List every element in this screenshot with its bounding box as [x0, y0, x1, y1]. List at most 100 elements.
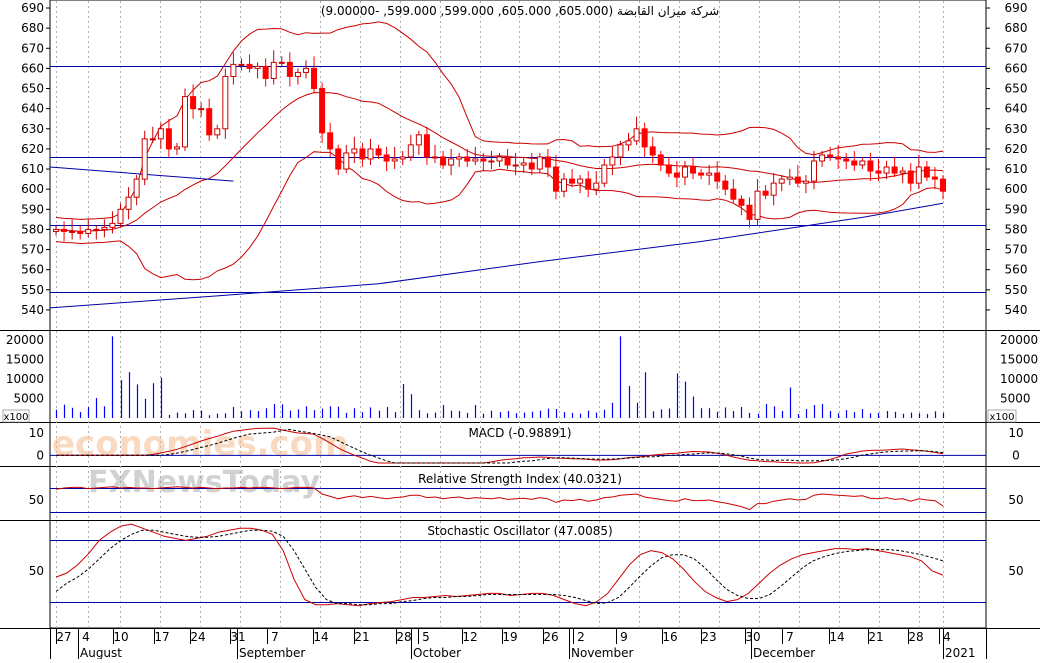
candle: [423, 126, 430, 166]
candle-body: [238, 63, 245, 66]
candle: [536, 152, 543, 174]
price-tick-label: 620: [1005, 142, 1028, 156]
candle: [415, 130, 422, 155]
candle-body: [827, 154, 834, 158]
candle-body: [706, 172, 713, 176]
candle-body: [899, 170, 906, 174]
price-tick-label: 570: [1005, 243, 1028, 257]
volume-tick-label: 15000: [1000, 352, 1038, 366]
volume-tick-label: 20000: [1000, 333, 1038, 347]
candle: [907, 163, 914, 192]
candle: [657, 150, 664, 172]
macd-tick-label: 0: [1012, 448, 1020, 462]
candle-body: [940, 178, 946, 192]
candle-body: [85, 228, 92, 234]
candle: [319, 82, 326, 143]
candle-body: [923, 166, 930, 178]
price-tick-label: 690: [21, 1, 44, 15]
candle-body: [141, 138, 148, 180]
month-label: September: [239, 646, 305, 659]
candle: [343, 144, 350, 174]
date-tick-label: 5: [422, 630, 430, 644]
candle: [141, 130, 148, 186]
date-tick-label: 16: [662, 630, 677, 644]
candle-body: [778, 178, 785, 184]
candle: [851, 150, 858, 172]
candle-body: [843, 158, 850, 162]
candle-body: [480, 158, 487, 162]
price-panel: 540 550 560 570 580 590 600 610 620 630 640 650 660 6…: [21, 1, 1027, 317]
candle-body: [190, 96, 197, 110]
candle-body: [504, 156, 511, 166]
stochastic-tick-label: 50: [1008, 564, 1023, 578]
candle-body: [456, 156, 463, 160]
candle-body: [101, 226, 108, 230]
candle: [544, 148, 551, 178]
month-label: October: [413, 646, 461, 659]
macd-tick-label: 0: [36, 448, 44, 462]
volume-bars: [55, 336, 945, 418]
candle-body: [472, 158, 479, 162]
rsi-tick-label: 50: [29, 493, 44, 507]
candle-body: [875, 170, 882, 174]
candle-body: [730, 188, 737, 200]
candle-body: [552, 166, 559, 192]
candle-body: [214, 128, 221, 136]
candle: [246, 54, 253, 73]
candle-body: [528, 162, 535, 170]
candle-body: [230, 63, 237, 77]
candle-body: [246, 63, 253, 69]
date-tick-label: 27: [56, 630, 71, 644]
candle: [407, 134, 414, 161]
candle-body: [93, 228, 100, 231]
candle-body: [423, 134, 430, 158]
month-label: December: [753, 646, 815, 659]
date-tick-label: 28: [396, 630, 411, 644]
stochastic-axis: 50 50: [29, 564, 1024, 578]
candle-body: [431, 156, 438, 159]
candle: [238, 58, 245, 71]
candle: [899, 167, 906, 184]
bollinger-upper-line: [55, 21, 944, 220]
date-axis: 2741017243171421285121926291623307142128…: [50, 628, 987, 660]
candle: [698, 169, 705, 180]
candle-body: [149, 138, 156, 141]
candle-body: [165, 128, 172, 150]
candle: [520, 156, 527, 174]
candle-body: [891, 166, 898, 174]
candle-body: [270, 61, 277, 79]
candle-body: [117, 208, 124, 224]
candle: [617, 140, 624, 166]
candle-body: [859, 160, 866, 166]
candle-body: [641, 128, 648, 148]
volume-tick-label: 10000: [1000, 372, 1038, 386]
candle: [561, 173, 568, 198]
candle-body: [302, 67, 309, 73]
candle-body: [883, 166, 890, 174]
date-tick-label: 9: [620, 630, 628, 644]
date-tick-label: 28: [908, 630, 923, 644]
candle-body: [754, 190, 761, 220]
price-tick-label: 610: [21, 162, 44, 176]
candle: [690, 156, 697, 180]
candle: [262, 58, 269, 87]
candle: [101, 219, 108, 238]
price-tick-label: 590: [21, 202, 44, 216]
candle-body: [690, 166, 697, 174]
price-tick-label: 680: [21, 21, 44, 35]
price-tick-label: 660: [21, 61, 44, 75]
price-tick-label: 580: [21, 222, 44, 236]
date-tick-label: 7: [271, 630, 279, 644]
candle-body: [657, 154, 664, 166]
candle: [940, 175, 946, 200]
rsi-tick-label: 50: [1008, 493, 1023, 507]
price-axis-right: 540 550 560 570 580 590 600 610 620 630 640 650 660 6…: [986, 1, 1027, 317]
date-tick-label: 4: [943, 630, 951, 644]
candle-body: [561, 178, 568, 192]
candle-body: [407, 144, 414, 158]
candle-body: [440, 156, 447, 166]
candle: [53, 225, 59, 236]
candle-body: [802, 180, 809, 184]
date-tick-label: 23: [701, 630, 716, 644]
candle: [302, 60, 309, 79]
